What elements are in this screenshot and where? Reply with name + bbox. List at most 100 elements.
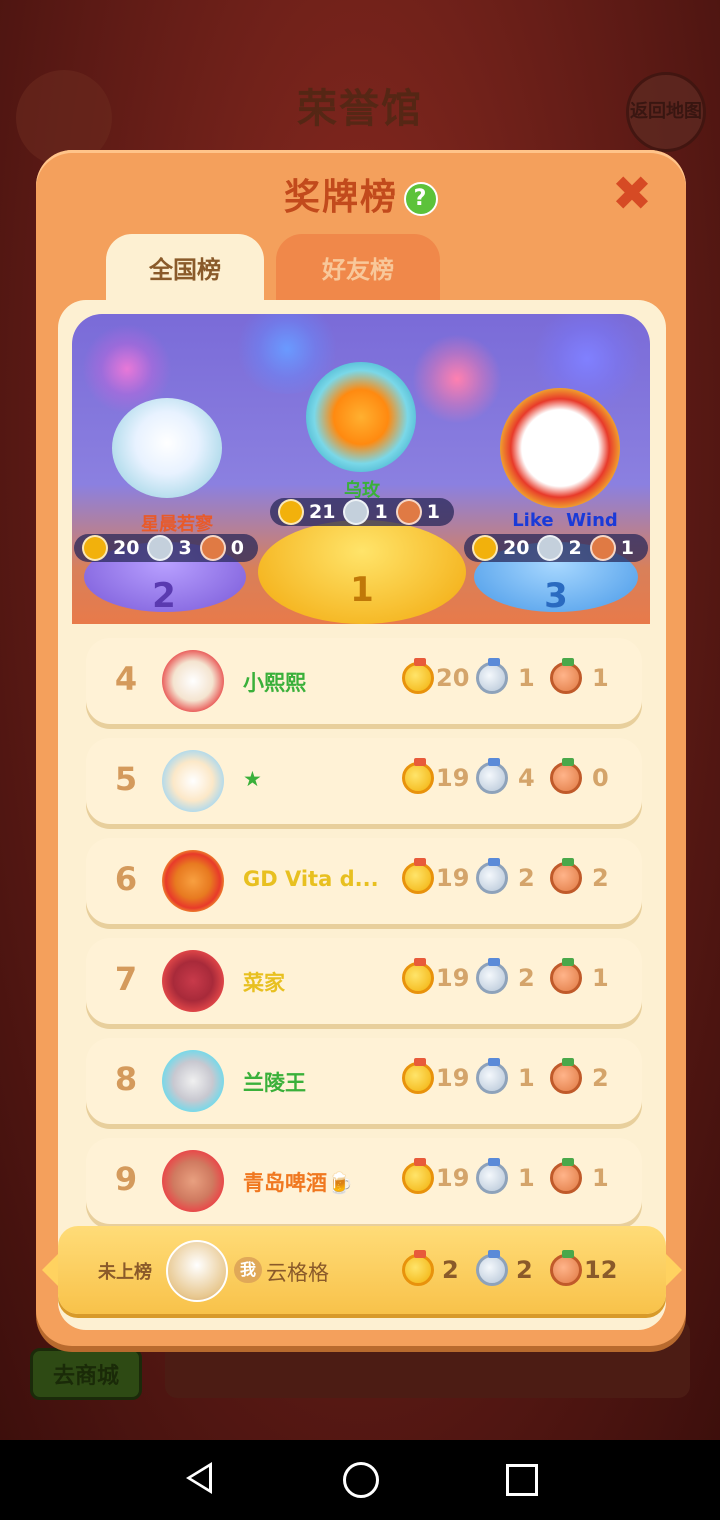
firework-decoration: [412, 334, 502, 424]
podium: 2 1 3 星晨若寥 乌玫 Like Wind 20 3 0 21 1 1 20: [72, 314, 650, 624]
leaderboard-row[interactable]: 9 青岛啤酒🍺 19 1 1: [86, 1138, 642, 1224]
avatar-rank-1[interactable]: [306, 362, 416, 472]
bronze-count: 2: [592, 1064, 609, 1092]
leaderboard-row[interactable]: 4 小熙熙 20 1 1: [86, 638, 642, 724]
bronze-medal-icon: [550, 858, 582, 894]
leaderboard-row[interactable]: 8 兰陵王 19 1 2: [86, 1038, 642, 1124]
rank-number: 5: [114, 760, 138, 798]
avatar[interactable]: [162, 1050, 224, 1112]
gold-count: 20: [436, 664, 470, 692]
medal-summary-rank-3: 20 2 1: [464, 534, 648, 562]
silver-medal-icon: [476, 1250, 508, 1286]
medal-leaderboard-dialog: 奖牌榜? ✖ 全国榜 好友榜 2 1 3 星晨若寥 乌玫 Like Wind 2…: [36, 150, 686, 1346]
medal-summary-rank-2: 20 3 0: [74, 534, 258, 562]
silver-count: 1: [518, 1164, 535, 1192]
gold-medal-icon: [472, 535, 498, 561]
bronze-medal-icon: [550, 658, 582, 694]
bronze-count: 0: [592, 764, 609, 792]
nav-back-icon-inner: [191, 1466, 209, 1489]
silver-count: 1: [518, 664, 535, 692]
bronze-medal-icon: [550, 1250, 582, 1286]
avatar[interactable]: [162, 950, 224, 1012]
player-name: ★: [243, 767, 262, 791]
gold-count: 19: [436, 964, 470, 992]
silver-medal-icon: [476, 658, 508, 694]
ribbon-right-decoration: [666, 1254, 682, 1286]
medal-summary-rank-1: 21 1 1: [270, 498, 454, 526]
bronze-count: 2: [592, 864, 609, 892]
gold-count: 20: [113, 537, 140, 559]
player-name: GD Vita d...: [243, 867, 379, 891]
silver-medal-icon: [537, 535, 564, 561]
leaderboard-row[interactable]: 5 ★ 19 4 0: [86, 738, 642, 824]
bronze-count: 1: [592, 964, 609, 992]
podium-rank-3: 3: [544, 576, 568, 616]
player-name: 青岛啤酒🍺: [243, 1171, 354, 1195]
nav-home-icon[interactable]: [343, 1462, 379, 1498]
bronze-medal-icon: [395, 499, 422, 525]
bronze-count: 0: [230, 537, 244, 559]
gold-count: 19: [436, 1164, 470, 1192]
gold-count: 21: [309, 501, 336, 523]
podium-rank-2: 2: [152, 576, 176, 616]
tab-national[interactable]: 全国榜: [106, 234, 264, 300]
gold-medal-icon: [82, 535, 108, 561]
gold-count: 19: [436, 1064, 470, 1092]
silver-count: 2: [568, 537, 582, 559]
rank-number: 4: [114, 660, 138, 698]
gold-medal-icon: [278, 499, 304, 525]
silver-medal-icon: [476, 1058, 508, 1094]
silver-count: 4: [518, 764, 535, 792]
player-name: 兰陵王: [243, 1071, 306, 1095]
gold-medal-icon: [402, 1058, 434, 1094]
gold-count: 19: [436, 864, 470, 892]
gold-medal-icon: [402, 1158, 434, 1194]
my-player-name: 云格格: [266, 1261, 329, 1285]
player-name: 菜家: [243, 971, 285, 995]
bronze-count: 1: [592, 1164, 609, 1192]
nav-recent-apps-icon[interactable]: [506, 1464, 538, 1496]
player-name-rank-3: Like Wind: [512, 510, 618, 531]
player-name-rank-2: 星晨若寥: [141, 514, 213, 535]
bronze-count: 1: [426, 501, 440, 523]
my-avatar[interactable]: [166, 1240, 228, 1302]
my-ranking-row: 未上榜 我 云格格 2 2 12: [42, 1226, 682, 1314]
ribbon-left-decoration: [42, 1254, 58, 1286]
avatar-rank-2[interactable]: [112, 398, 222, 498]
avatar[interactable]: [162, 850, 224, 912]
bronze-medal-icon: [199, 535, 226, 561]
silver-medal-icon: [343, 499, 370, 525]
silver-count: 2: [516, 1256, 533, 1284]
system-navigation-bar: [0, 1440, 720, 1520]
tab-friends[interactable]: 好友榜: [276, 234, 440, 300]
hall-title: 荣誉馆: [297, 86, 423, 132]
rank-number: 9: [114, 1160, 138, 1198]
silver-medal-icon: [476, 858, 508, 894]
leaderboard-panel: 2 1 3 星晨若寥 乌玫 Like Wind 20 3 0 21 1 1 20: [58, 300, 666, 1330]
bronze-medal-icon: [550, 1158, 582, 1194]
avatar[interactable]: [162, 650, 224, 712]
bronze-medal-icon: [589, 535, 616, 561]
go-shop-button[interactable]: 去商城: [30, 1348, 142, 1400]
me-badge: 我: [234, 1257, 262, 1283]
avatar-rank-3[interactable]: [500, 388, 620, 508]
gold-medal-icon: [402, 858, 434, 894]
gold-medal-icon: [402, 1250, 434, 1286]
help-icon[interactable]: ?: [404, 182, 438, 216]
dialog-title-text: 奖牌榜: [283, 177, 398, 218]
gold-count: 20: [503, 537, 530, 559]
leaderboard-row[interactable]: 6 GD Vita d... 19 2 2: [86, 838, 642, 924]
gold-count: 2: [442, 1256, 459, 1284]
silver-medal-icon: [147, 535, 174, 561]
avatar[interactable]: [162, 750, 224, 812]
silver-medal-icon: [476, 1158, 508, 1194]
silver-count: 1: [374, 501, 388, 523]
silver-count: 2: [518, 964, 535, 992]
silver-count: 1: [518, 1064, 535, 1092]
leaderboard-row[interactable]: 7 菜家 19 2 1: [86, 938, 642, 1024]
close-icon[interactable]: ✖: [610, 170, 654, 218]
player-name: 小熙熙: [243, 671, 306, 695]
avatar[interactable]: [162, 1150, 224, 1212]
back-to-map-button[interactable]: 返回地图: [626, 72, 706, 152]
bronze-count: 1: [592, 664, 609, 692]
